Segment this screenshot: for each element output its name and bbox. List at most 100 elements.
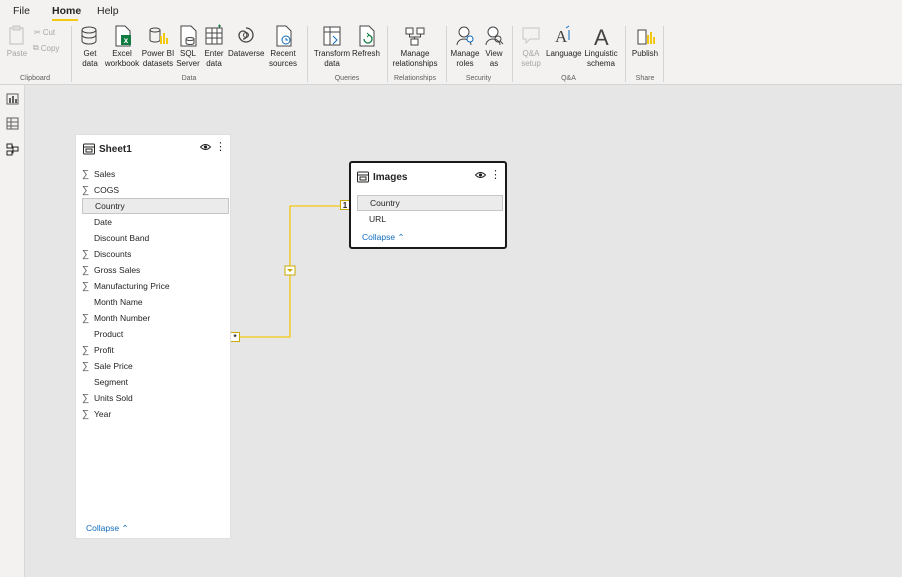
group-label-share: Share <box>635 75 655 82</box>
field-row[interactable]: Country <box>357 195 503 211</box>
chevron-up-icon: ⌃ <box>397 232 405 242</box>
refresh-button[interactable]: Refresh <box>351 24 381 59</box>
field-label: Manufacturing Price <box>94 281 170 291</box>
menu-bar: File Home Help <box>0 0 902 22</box>
eye-icon[interactable] <box>200 143 211 151</box>
eye-icon[interactable] <box>475 171 486 179</box>
field-label: Units Sold <box>94 393 133 403</box>
field-row[interactable]: ∑ Discounts <box>82 246 229 262</box>
sum-icon: ∑ <box>82 280 90 292</box>
svg-text:A: A <box>555 27 568 46</box>
field-row[interactable]: ∑ Profit <box>82 342 229 358</box>
collapse-link[interactable]: Collapse ⌃ <box>86 523 129 534</box>
field-row[interactable]: Discount Band <box>82 230 229 246</box>
powerbi-datasets-button[interactable]: Power BI datasets <box>141 24 175 69</box>
field-label: Year <box>94 409 112 419</box>
group-divider <box>446 26 447 82</box>
field-label: Month Name <box>94 297 143 307</box>
transform-data-button[interactable]: Transform data <box>313 24 351 69</box>
table-view-icon[interactable] <box>6 117 19 130</box>
table-title: Images <box>373 171 408 183</box>
sum-icon: ∑ <box>82 392 90 404</box>
sum-icon: ∑ <box>82 344 90 356</box>
tab-file[interactable]: File <box>13 5 30 17</box>
collapse-link[interactable]: Collapse ⌃ <box>362 232 405 243</box>
field-label: Sales <box>94 169 116 179</box>
recent-sources-icon <box>276 25 292 47</box>
tab-home[interactable]: Home <box>52 5 81 17</box>
get-data-button[interactable]: Get data <box>76 24 104 69</box>
copy-icon: ⧉ <box>33 43 39 52</box>
more-options-icon[interactable]: ⋮ <box>215 142 226 153</box>
excel-workbook-button[interactable]: x Excel workbook <box>104 24 140 69</box>
manage-relationships-button[interactable]: Manage relationships <box>390 24 440 69</box>
chevron-up-icon: ⌃ <box>121 523 129 533</box>
language-button[interactable]: A Language <box>546 24 582 59</box>
cut-button[interactable]: ✂ Cut <box>34 28 55 37</box>
field-row[interactable]: ∑ Sale Price <box>82 358 229 374</box>
field-row[interactable]: ∑ Sales <box>82 166 229 182</box>
group-divider <box>663 26 664 82</box>
dataverse-button[interactable]: Dataverse <box>228 24 264 59</box>
group-label-security: Security <box>465 75 492 82</box>
field-label: Discount Band <box>94 233 150 243</box>
language-icon: A <box>555 25 570 46</box>
group-divider <box>71 26 72 82</box>
table-icon <box>83 143 95 155</box>
publish-icon <box>637 29 655 45</box>
excel-icon: x <box>115 25 131 47</box>
group-label-queries: Queries <box>334 75 360 82</box>
sql-icon <box>180 25 197 47</box>
field-row[interactable]: ∑ COGS <box>82 182 229 198</box>
more-options-icon[interactable]: ⋮ <box>490 170 501 181</box>
active-tab-indicator <box>52 19 78 21</box>
linguistic-schema-button[interactable]: A Linguistic schema <box>583 24 619 69</box>
copy-button[interactable]: ⧉ Copy <box>33 43 59 53</box>
field-row[interactable]: ∑ Year <box>82 406 229 422</box>
model-canvas[interactable]: 1 * Sheet1 ⋮ ∑ Sales ∑ COGS Country Date Disco… <box>26 86 902 577</box>
sum-icon: ∑ <box>82 312 90 324</box>
field-row[interactable]: ∑ Manufacturing Price <box>82 278 229 294</box>
field-row[interactable]: Country <box>82 198 229 214</box>
relationship-many-marker: * <box>230 332 240 342</box>
field-row[interactable]: ∑ Units Sold <box>82 390 229 406</box>
table-card-images[interactable]: Images ⋮ Country URL Collapse ⌃ <box>349 161 507 249</box>
database-icon <box>81 26 97 45</box>
enter-data-button[interactable]: Enter data <box>202 24 226 69</box>
sum-icon: ∑ <box>82 168 90 180</box>
field-row[interactable]: Date <box>82 214 229 230</box>
tab-help[interactable]: Help <box>97 5 119 17</box>
field-row[interactable]: URL <box>357 211 503 227</box>
publish-button[interactable]: Publish <box>630 24 660 59</box>
sum-icon: ∑ <box>82 408 90 420</box>
field-label: Month Number <box>94 313 151 323</box>
recent-sources-button[interactable]: Recent sources <box>265 24 301 69</box>
field-row[interactable]: ∑ Month Number <box>82 310 229 326</box>
table-card-header[interactable]: Images ⋮ <box>351 163 505 191</box>
table-card-sheet1[interactable]: Sheet1 ⋮ ∑ Sales ∑ COGS Country Date Discount … <box>75 134 231 539</box>
field-row[interactable]: Segment <box>82 374 229 390</box>
group-label-qa: Q&A <box>561 75 576 82</box>
sum-icon: ∑ <box>82 264 90 276</box>
view-switcher-rail <box>0 85 25 577</box>
qa-setup-button[interactable]: Q&A setup <box>517 24 545 69</box>
transform-icon <box>323 26 341 46</box>
field-label: Country <box>370 198 400 208</box>
field-row[interactable]: ∑ Gross Sales <box>82 262 229 278</box>
svg-text:x: x <box>124 36 129 45</box>
report-view-icon[interactable] <box>6 92 19 105</box>
table-card-header[interactable]: Sheet1 ⋮ <box>76 135 230 163</box>
field-row[interactable]: Month Name <box>82 294 229 310</box>
field-label: Discounts <box>94 249 132 259</box>
field-row[interactable]: Product <box>82 326 229 342</box>
dataverse-icon <box>238 27 254 43</box>
field-label: Profit <box>94 345 114 355</box>
sql-server-button[interactable]: SQL Server <box>175 24 201 69</box>
model-view-icon[interactable] <box>6 143 19 156</box>
paste-button[interactable]: Paste <box>6 24 28 59</box>
qa-icon <box>522 27 540 45</box>
sum-icon: ∑ <box>82 184 90 196</box>
manage-roles-button[interactable]: Manage roles <box>450 24 480 69</box>
view-as-button[interactable]: View as <box>481 24 507 69</box>
field-label: Sale Price <box>94 361 133 371</box>
